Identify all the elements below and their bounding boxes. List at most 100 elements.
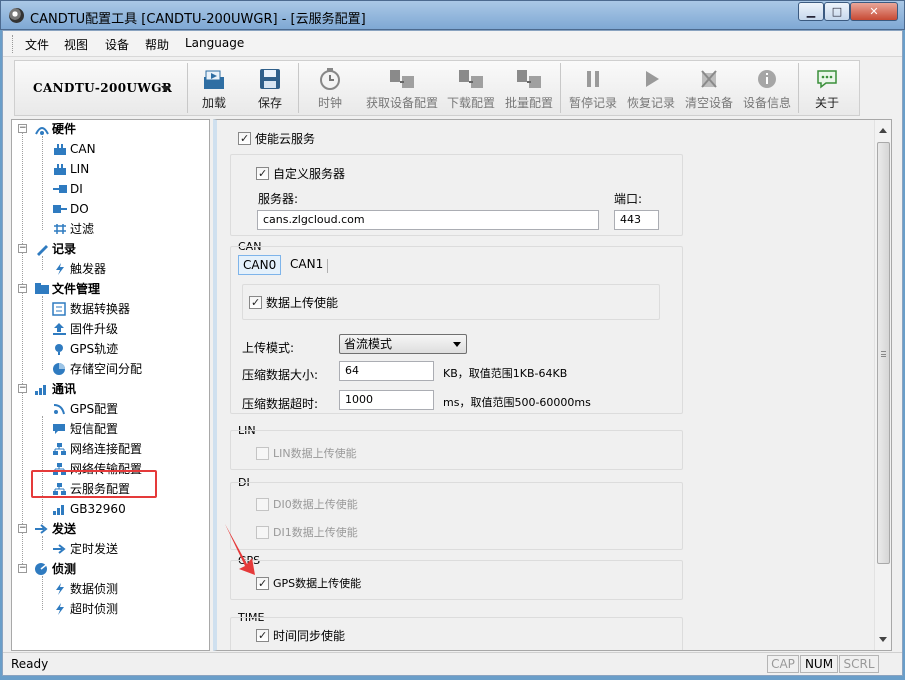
scroll-down-icon[interactable] [879,637,887,642]
maximize-button[interactable]: □ [824,2,850,21]
minimize-button[interactable]: ▁ [798,2,824,21]
tree-item-label: 数据转换器 [70,302,131,316]
compress-size-input[interactable]: 64 [339,361,434,381]
tree-line [42,256,43,270]
menu-file[interactable]: 文件 [25,36,49,53]
di1-upload-enable-label: DI1数据上传使能 [273,526,358,539]
download-config-label: 下载配置 [446,96,495,110]
tree-line [22,132,23,572]
load-button[interactable]: 加载 [184,65,244,115]
status-text: Ready [11,657,49,671]
play-icon [646,71,659,87]
expander-send[interactable]: − [18,524,27,533]
scroll-up-icon[interactable] [879,128,887,133]
save-icon [260,69,280,89]
compress-size-label: 压缩数据大小: [242,368,319,382]
pause-icon [587,71,599,87]
gps-upload-enable-label: GPS数据上传使能 [273,577,362,590]
port-input[interactable]: 443 [614,210,659,230]
close-button[interactable]: ✕ [850,2,898,21]
load-icon [204,70,224,89]
lin-upload-enable-label: LIN数据上传使能 [273,447,357,460]
device-select[interactable]: CANDTU-200UWGR [21,73,173,103]
tree-item-label: DO [70,202,89,216]
clear-device-button[interactable]: 清空设备 [679,65,739,115]
lightning-icon [56,583,64,595]
server-input[interactable]: cans.zlgcloud.com [257,210,599,230]
get-config-icon [390,70,414,88]
get-config-button[interactable]: 获取设备配置 [366,65,438,115]
tree-item-label: DI [70,182,83,196]
config-tree: − 硬件 CAN LIN DI DO 过滤 − 记录 触发器 − 文件管理 数据… [11,119,210,651]
compress-timeout-input[interactable]: 1000 [339,390,434,410]
vertical-scrollbar[interactable] [874,120,891,650]
upload-mode-select[interactable]: 省流模式 [339,334,467,354]
expander-detect[interactable]: − [18,564,27,573]
resume-record-label: 恢复记录 [626,96,675,110]
menu-help[interactable]: 帮助 [145,36,169,53]
tree-item-label: 固件升级 [70,322,119,336]
upgrade-icon [53,323,66,335]
batch-config-icon [517,70,541,88]
tree-item-label: 存储空间分配 [70,362,143,376]
menu-grip [12,35,14,53]
checkbox-box [249,296,262,309]
tree-group-label: 记录 [52,242,77,256]
scroll-thumb[interactable] [877,142,890,564]
pause-record-button[interactable]: 暂停记录 [563,65,623,115]
signal-bars-icon [35,385,46,395]
about-label: 关于 [814,96,839,110]
panel-body: 使能云服务 自定义服务器 服务器: 端口: cans.zlgcloud.com … [217,120,877,650]
menu-language[interactable]: Language [185,36,244,50]
download-config-button[interactable]: 下载配置 [441,65,501,115]
di0-upload-enable-label: DI0数据上传使能 [273,498,358,511]
title-bar: CANDTU配置工具 [CANDTU-200UWGR] - [云服务配置] ▁ … [0,0,905,30]
converter-icon [52,302,66,316]
resume-record-button[interactable]: 恢复记录 [621,65,681,115]
about-button[interactable]: 关于 [797,65,857,115]
tab-separator [327,259,328,273]
batch-config-button[interactable]: 批量配置 [499,65,559,115]
device-info-label: 设备信息 [742,96,791,110]
tree-item-label: 过滤 [70,222,95,236]
tab-can1[interactable]: CAN1 [286,255,327,275]
checkbox-box [256,447,269,460]
tab-can0[interactable]: CAN0 [238,255,282,275]
load-label: 加载 [201,96,226,110]
radar-icon [35,563,47,575]
hardware-icon [35,127,49,135]
save-button[interactable]: 保存 [240,65,300,115]
annotation-arrow-icon [225,524,255,575]
lightning-icon [56,603,64,615]
server-label: 服务器: [258,192,299,206]
tree-item-label: LIN [70,162,90,176]
clock-label: 时钟 [317,96,342,110]
expander-hardware[interactable]: − [18,124,27,133]
clock-button[interactable]: 时钟 [300,65,360,115]
expander-file-management[interactable]: − [18,284,27,293]
device-info-button[interactable]: 设备信息 [737,65,797,115]
clear-device-label: 清空设备 [684,96,733,110]
checkbox-box [256,167,269,180]
upload-mode-value: 省流模式 [344,337,393,351]
expander-record[interactable]: − [18,244,27,253]
clock-icon [320,68,340,90]
chevron-down-icon [453,342,461,347]
window-title: CANDTU配置工具 [CANDTU-200UWGR] - [云服务配置] [30,12,366,27]
menu-device[interactable]: 设备 [105,36,129,53]
info-icon [758,70,776,88]
compress-timeout-label: 压缩数据超时: [242,397,319,411]
tree-line [42,296,43,370]
expander-communication[interactable]: − [18,384,27,393]
signal-bars-icon [53,505,64,515]
tree-item-label: 触发器 [70,262,107,276]
tree-line [42,536,43,550]
custom-server-label: 自定义服务器 [273,167,346,181]
scroll-grip-icon [881,351,886,357]
menu-view[interactable]: 视图 [64,36,88,53]
tree-group-label: 硬件 [52,122,77,136]
tree-item-label: 定时发送 [70,542,119,556]
tree-item-label: 数据侦测 [70,582,119,596]
folder-icon [35,283,49,294]
pause-record-label: 暂停记录 [568,96,617,110]
